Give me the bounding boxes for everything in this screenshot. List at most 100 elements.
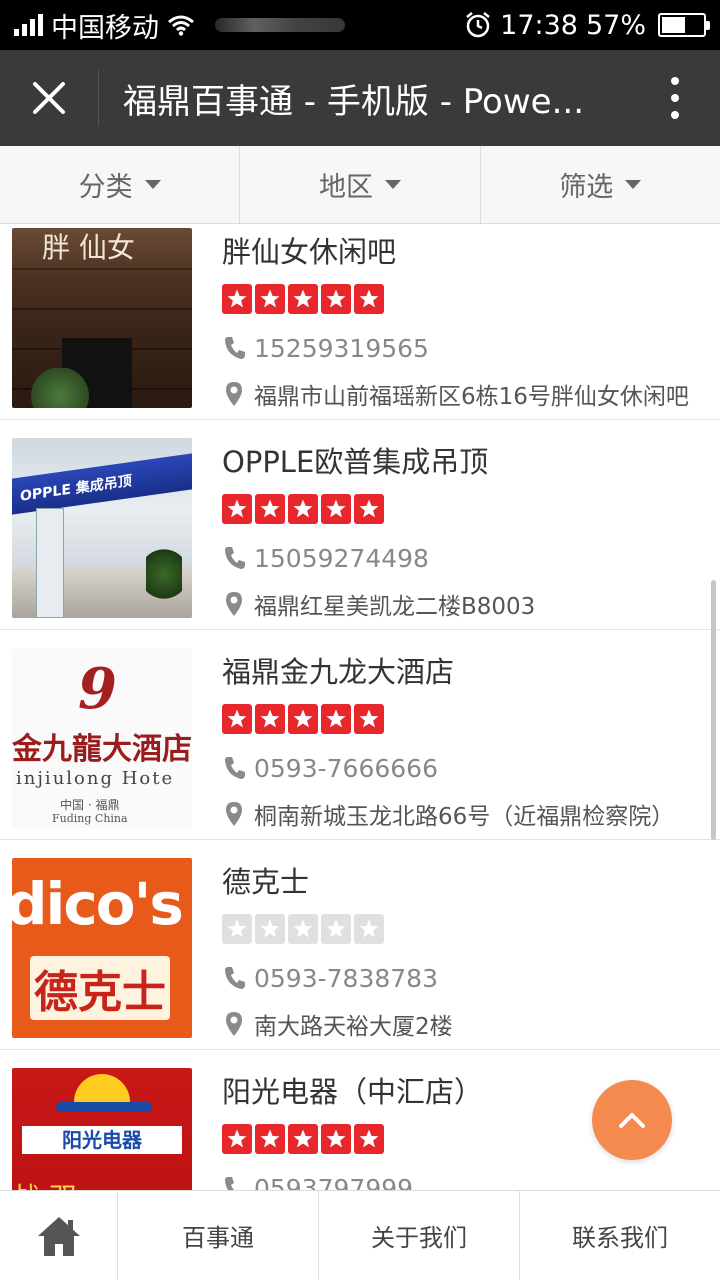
star-rating	[222, 704, 714, 734]
phone-icon	[225, 757, 245, 779]
filter-region[interactable]: 地区	[240, 146, 481, 223]
star-filled-icon	[288, 1124, 318, 1154]
wifi-icon	[168, 15, 194, 36]
star-empty-icon	[288, 914, 318, 944]
star-filled-icon	[354, 494, 384, 524]
thumbnail-logo-en: dico's	[12, 870, 184, 938]
filter-bar: 分类 地区 筛选	[0, 146, 720, 224]
blurred-notification	[215, 18, 345, 32]
phone-number: 0593-7666666	[254, 753, 438, 783]
scrollbar[interactable]	[711, 580, 716, 840]
star-filled-icon	[321, 494, 351, 524]
filter-label: 分类	[78, 172, 133, 203]
alarm-icon	[466, 12, 490, 38]
close-icon[interactable]	[0, 50, 98, 146]
list-item[interactable]: 9 金九龍大酒店 injiulong Hote 中国 · 福鼎 Fuding C…	[0, 630, 720, 840]
business-list[interactable]: 胖 仙女 胖仙女休闲吧 15259319565 福鼎市山前福瑶新区6栋16号胖仙…	[0, 224, 720, 1190]
phone-icon	[225, 1177, 239, 1190]
star-filled-icon	[222, 1124, 252, 1154]
phone-line[interactable]: 0593-7666666	[222, 750, 714, 786]
nav-contact-us[interactable]: 联系我们	[520, 1191, 720, 1280]
thumbnail-name-en: injiulong Hote	[16, 768, 175, 789]
star-empty-icon	[255, 914, 285, 944]
business-name[interactable]: 福鼎金九龙大酒店	[222, 652, 714, 692]
address-line: 福鼎市山前福瑶新区6栋16号胖仙女休闲吧	[222, 376, 714, 412]
address-text: 福鼎市山前福瑶新区6栋16号胖仙女休闲吧	[254, 384, 689, 410]
star-filled-icon	[255, 284, 285, 314]
address-line: 南大路天裕大厦2楼	[222, 1006, 714, 1042]
star-filled-icon	[321, 1124, 351, 1154]
more-vertical-icon[interactable]	[630, 50, 720, 146]
home-icon	[37, 1216, 80, 1256]
phone-number: 0593797999	[254, 1173, 414, 1191]
carrier-label: 中国移动	[51, 12, 159, 44]
phone-line[interactable]: 15259319565	[222, 330, 714, 366]
star-empty-icon	[321, 914, 351, 944]
list-item[interactable]: 胖 仙女 胖仙女休闲吧 15259319565 福鼎市山前福瑶新区6栋16号胖仙…	[0, 224, 720, 420]
filter-label: 筛选	[559, 172, 614, 203]
filter-category[interactable]: 分类	[0, 146, 241, 223]
star-filled-icon	[222, 284, 252, 314]
signal-icon	[14, 14, 43, 36]
title-bar: 福鼎百事通 - 手机版 - Powe...	[0, 50, 720, 146]
nav-baishitong[interactable]: 百事通	[118, 1191, 319, 1280]
address-text: 福鼎红星美凯龙二楼B8003	[254, 594, 536, 620]
phone-line[interactable]: 0593797999	[222, 1170, 714, 1190]
filter-label: 地区	[318, 172, 373, 203]
star-filled-icon	[222, 494, 252, 524]
nav-home[interactable]	[0, 1191, 118, 1280]
thumbnail-logo-cn: 阳光电器	[22, 1126, 182, 1154]
business-name[interactable]: 胖仙女休闲吧	[222, 232, 714, 272]
status-bar: 中国移动 17:38 57%	[0, 0, 720, 50]
star-rating	[222, 494, 714, 524]
star-rating	[222, 914, 714, 944]
star-filled-icon	[354, 284, 384, 314]
business-thumbnail[interactable]: OPPLE 集成吊顶	[12, 438, 192, 618]
nav-about-us[interactable]: 关于我们	[319, 1191, 520, 1280]
star-empty-icon	[222, 914, 252, 944]
battery-percent: 57%	[585, 9, 646, 41]
business-name[interactable]: 德克士	[222, 862, 714, 902]
business-thumbnail[interactable]: dico's 德克士	[12, 858, 192, 1038]
address-text: 桐南新城玉龙北路66号（近福鼎检察院）	[254, 804, 675, 830]
phone-line[interactable]: 15059274498	[222, 540, 714, 576]
thumbnail-name-cn: 金九龍大酒店	[12, 732, 192, 767]
battery-icon	[658, 13, 710, 37]
thumbnail-slogan: 战 双	[12, 1176, 77, 1190]
business-thumbnail[interactable]: 9 金九龍大酒店 injiulong Hote 中国 · 福鼎 Fuding C…	[12, 648, 192, 828]
star-empty-icon	[354, 914, 384, 944]
list-item[interactable]: OPPLE 集成吊顶 OPPLE欧普集成吊顶 15059274498 福鼎红星美…	[0, 420, 720, 630]
location-pin-icon	[226, 802, 242, 826]
star-filled-icon	[321, 704, 351, 734]
thumbnail-logo-cn: 德克士	[30, 956, 170, 1020]
phone-line[interactable]: 0593-7838783	[222, 960, 714, 996]
phone-icon	[225, 967, 245, 989]
location-pin-icon	[226, 592, 242, 616]
caret-down-icon	[144, 180, 161, 189]
business-thumbnail[interactable]: 阳光电器 战 双	[12, 1068, 192, 1190]
page-title: 福鼎百事通 - 手机版 - Powe...	[123, 81, 585, 122]
phone-number: 15059274498	[254, 543, 429, 573]
business-thumbnail[interactable]: 胖 仙女	[12, 228, 192, 408]
caret-down-icon	[625, 180, 642, 189]
business-name[interactable]: OPPLE欧普集成吊顶	[222, 442, 714, 482]
caret-down-icon	[384, 180, 401, 189]
star-filled-icon	[321, 284, 351, 314]
address-line: 桐南新城玉龙北路66号（近福鼎检察院）	[222, 796, 714, 832]
filter-screen[interactable]: 筛选	[481, 146, 720, 223]
list-item[interactable]: dico's 德克士 德克士 0593-7838783 南大路天裕大厦2楼	[0, 840, 720, 1050]
address-text: 南大路天裕大厦2楼	[254, 1014, 453, 1040]
star-filled-icon	[288, 494, 318, 524]
chevron-up-icon	[619, 1113, 645, 1128]
star-filled-icon	[222, 704, 252, 734]
thumbnail-sign: 胖 仙女	[42, 231, 135, 264]
bottom-nav: 百事通 关于我们 联系我们	[0, 1190, 720, 1280]
star-filled-icon	[255, 704, 285, 734]
phone-number: 15259319565	[254, 333, 429, 363]
star-filled-icon	[354, 1124, 384, 1154]
phone-icon	[225, 337, 245, 359]
address-line: 福鼎红星美凯龙二楼B8003	[222, 586, 714, 622]
star-filled-icon	[288, 704, 318, 734]
star-filled-icon	[255, 494, 285, 524]
back-to-top-button[interactable]	[592, 1080, 672, 1160]
